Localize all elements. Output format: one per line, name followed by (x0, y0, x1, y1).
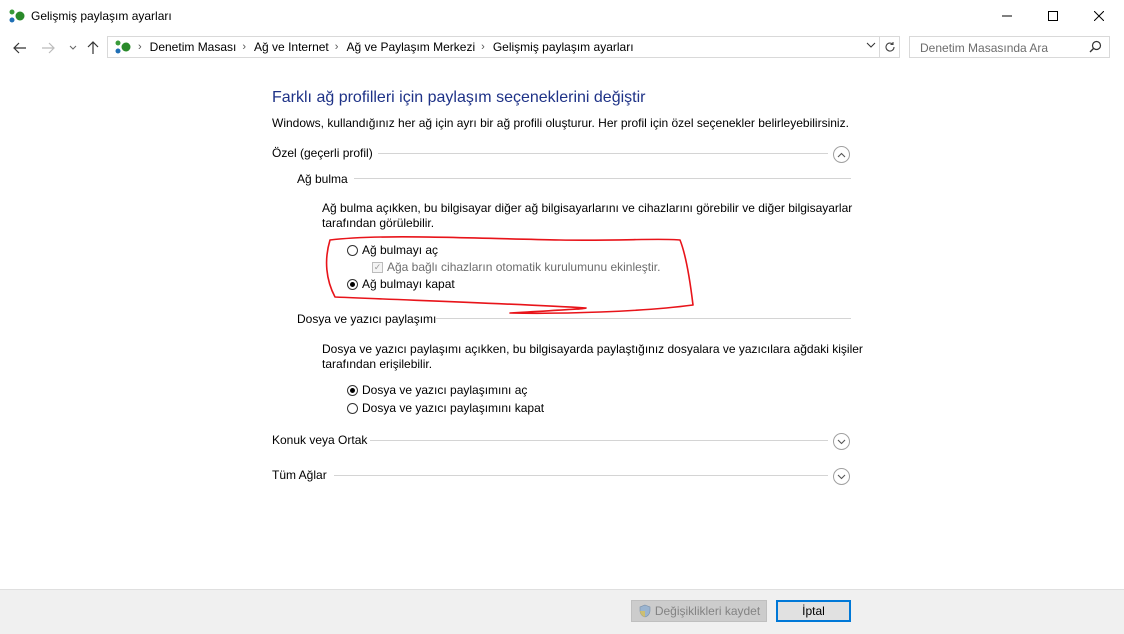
maximize-icon (1048, 11, 1058, 21)
file-sharing-title: Dosya ve yazıcı paylaşımı (297, 312, 437, 326)
minimize-button[interactable] (984, 0, 1030, 32)
chevron-down-icon (837, 439, 846, 444)
back-button[interactable] (11, 39, 29, 57)
file-sharing-off-label: Dosya ve yazıcı paylaşımını kapat (362, 401, 545, 415)
refresh-icon (884, 42, 895, 52)
radio-button[interactable] (347, 244, 358, 256)
breadcrumb-network-sharing-center[interactable]: Ağ ve Paylaşım Merkezi (346, 40, 475, 54)
footer-bar (0, 589, 1124, 634)
profile-guest-label[interactable]: Konuk veya Ortak (272, 433, 367, 447)
cancel-label: İptal (802, 604, 825, 618)
search-icon[interactable] (1089, 40, 1102, 53)
divider (354, 178, 851, 179)
auto-setup-label: Ağa bağlı cihazların otomatik kurulumunu… (387, 260, 661, 274)
close-button[interactable] (1076, 0, 1122, 32)
admin-shield-icon (639, 604, 651, 618)
radio-button-selected[interactable] (347, 384, 358, 396)
search-box[interactable] (909, 36, 1110, 58)
file-sharing-on-label: Dosya ve yazıcı paylaşımını aç (362, 383, 528, 397)
minimize-icon (1002, 15, 1012, 17)
forward-arrow-icon (42, 42, 55, 54)
address-dropdown-icon[interactable] (866, 39, 876, 51)
network-discovery-description-line1: Ağ bulma açıkken, bu bilgisayar diğer ağ… (322, 201, 853, 215)
breadcrumb-advanced-sharing[interactable]: Gelişmiş paylaşım ayarları (493, 40, 634, 54)
radio-button-selected[interactable] (347, 278, 358, 290)
window-title: Gelişmiş paylaşım ayarları (31, 9, 172, 23)
expand-guest-button[interactable] (833, 433, 850, 450)
chevron-down-icon (837, 474, 846, 479)
auto-setup-checkbox[interactable]: ✓ Ağa bağlı cihazların otomatik kurulumu… (372, 260, 660, 274)
network-center-icon (115, 40, 131, 54)
network-discovery-on-radio[interactable]: Ağ bulmayı aç (347, 243, 438, 257)
chevron-down-icon (69, 45, 77, 50)
save-changes-button[interactable]: Değişiklikleri kaydet (631, 600, 767, 622)
divider (435, 318, 851, 319)
cancel-button[interactable]: İptal (776, 600, 851, 622)
address-bar[interactable]: › Denetim Masası › Ağ ve Internet › Ağ v… (107, 36, 880, 58)
collapse-private-button[interactable] (833, 146, 850, 163)
expand-all-networks-button[interactable] (833, 468, 850, 485)
refresh-button[interactable] (880, 36, 900, 58)
file-sharing-off-radio[interactable]: Dosya ve yazıcı paylaşımını kapat (347, 401, 544, 415)
file-sharing-on-radio[interactable]: Dosya ve yazıcı paylaşımını aç (347, 383, 527, 397)
network-discovery-on-label: Ağ bulmayı aç (362, 243, 439, 257)
title-bar: Gelişmiş paylaşım ayarları (0, 0, 1124, 32)
network-discovery-description-line2: tarafından görülebilir. (322, 216, 435, 230)
divider (370, 440, 828, 441)
file-sharing-description-line2: tarafından erişilebilir. (322, 357, 433, 371)
file-sharing-description-line1: Dosya ve yazıcı paylaşımı açıkken, bu bi… (322, 342, 863, 356)
radio-button[interactable] (347, 402, 358, 414)
page-title: Farklı ağ profilleri için paylaşım seçen… (272, 89, 646, 106)
close-icon (1094, 11, 1104, 21)
profile-all-networks-label[interactable]: Tüm Ağlar (272, 468, 327, 482)
breadcrumb-network-internet[interactable]: Ağ ve Internet (254, 40, 329, 54)
back-arrow-icon (13, 42, 26, 54)
chevron-up-icon (837, 152, 846, 157)
up-arrow-icon (87, 41, 99, 54)
divider (334, 475, 828, 476)
profile-private-label[interactable]: Özel (geçerli profil) (272, 146, 373, 160)
checkbox[interactable]: ✓ (372, 261, 383, 273)
breadcrumb-separator: › (242, 41, 247, 53)
breadcrumb-separator: › (334, 41, 339, 53)
network-discovery-off-radio[interactable]: Ağ bulmayı kapat (347, 277, 455, 291)
forward-button[interactable] (39, 39, 57, 57)
save-changes-label: Değişiklikleri kaydet (654, 604, 761, 618)
recent-locations-button[interactable] (64, 39, 82, 57)
breadcrumb-control-panel[interactable]: Denetim Masası (150, 40, 237, 54)
breadcrumb-separator: › (138, 41, 142, 53)
network-discovery-title: Ağ bulma (297, 172, 348, 186)
divider (378, 153, 828, 154)
network-center-icon (9, 9, 25, 23)
page-description: Windows, kullandığınız her ağ için ayrı … (272, 116, 849, 130)
search-input[interactable] (918, 40, 1092, 56)
network-discovery-off-label: Ağ bulmayı kapat (362, 277, 455, 291)
breadcrumb-separator: › (481, 41, 485, 53)
maximize-button[interactable] (1030, 0, 1076, 32)
up-button[interactable] (84, 39, 102, 57)
